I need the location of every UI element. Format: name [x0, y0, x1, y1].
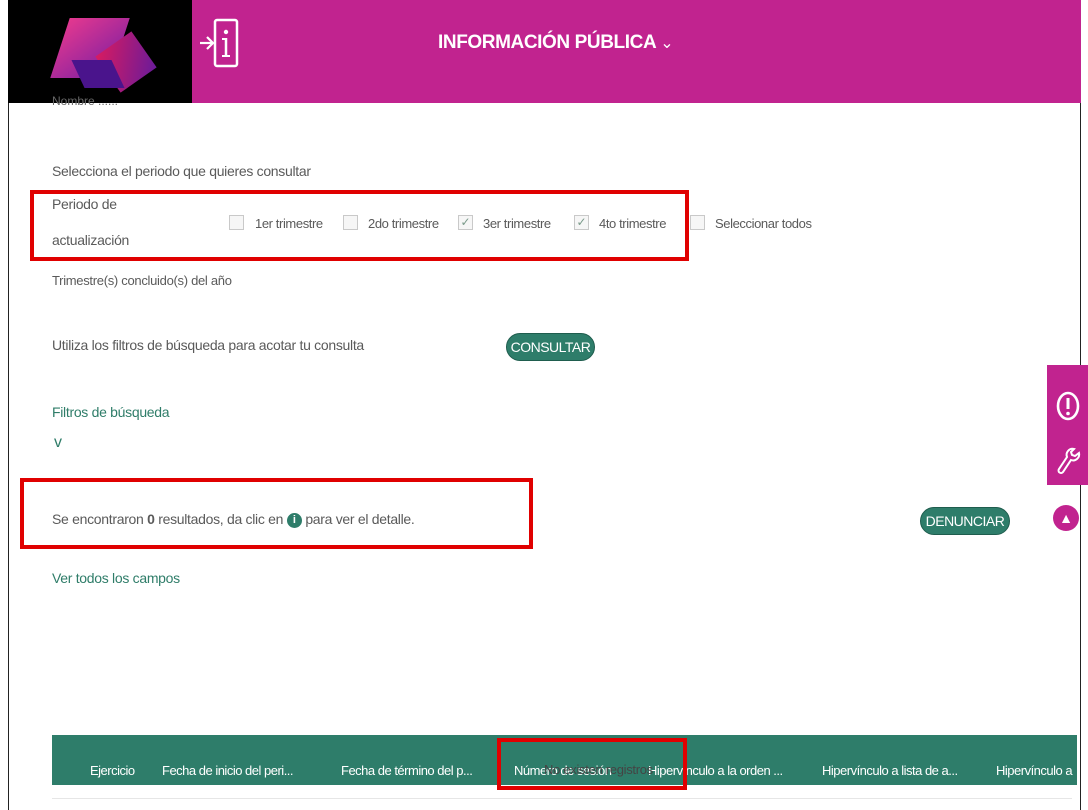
view-all-fields-link[interactable]: Ver todos los campos	[52, 570, 180, 586]
highlight-box	[30, 190, 689, 261]
highlight-box	[20, 478, 533, 549]
logo[interactable]	[8, 0, 192, 103]
chevron-down-icon: ⌄	[660, 35, 674, 52]
arrow-up-icon: ▲	[1059, 510, 1073, 526]
period-prompt: Selecciona el periodo que quieres consul…	[52, 163, 311, 179]
column-header[interactable]: Fecha de inicio del peri...	[162, 763, 294, 778]
filters-toggle[interactable]: Filtros de búsqueda	[52, 404, 170, 420]
filter-prompt: Utiliza los filtros de búsqueda para aco…	[52, 337, 364, 353]
column-header[interactable]: Fecha de término del p...	[341, 763, 473, 778]
table-bottom-divider	[52, 798, 1072, 799]
wrench-icon[interactable]	[1055, 445, 1081, 480]
highlight-box	[497, 738, 687, 790]
header-title: INFORMACIÓN PÚBLICA	[438, 32, 657, 53]
column-header[interactable]: Ejercicio	[90, 763, 135, 778]
period-hint: Trimestre(s) concluido(s) del año	[52, 273, 232, 288]
column-header[interactable]: Hipervínculo a lista de a...	[822, 763, 958, 778]
alert-icon[interactable]	[1055, 391, 1081, 426]
clipped-row-text: Nombre ......	[52, 94, 119, 106]
column-header[interactable]: Hipervínculo a	[996, 763, 1073, 778]
checkbox-select-all-label: Seleccionar todos	[715, 216, 812, 231]
side-tools-panel	[1047, 365, 1088, 485]
denunciar-button[interactable]: DENUNCIAR	[920, 507, 1010, 535]
chevron-down-icon[interactable]: v	[54, 434, 62, 452]
info-door-icon[interactable]	[196, 16, 248, 70]
scroll-top-button[interactable]: ▲	[1053, 505, 1079, 531]
top-header: INFORMACIÓN PÚBLICA ⌄	[8, 0, 1081, 103]
checkbox-select-all[interactable]	[690, 215, 705, 230]
consultar-button[interactable]: CONSULTAR	[506, 333, 595, 361]
header-menu[interactable]: INFORMACIÓN PÚBLICA ⌄	[438, 32, 674, 54]
